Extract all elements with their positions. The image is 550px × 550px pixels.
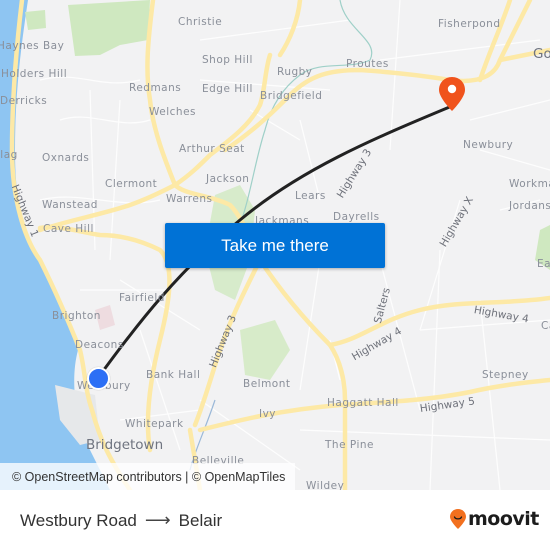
place-label: Fairfield	[119, 292, 165, 304]
place-label: Christie	[178, 16, 223, 28]
destination-name: Belair	[178, 510, 223, 530]
place-label: Go	[533, 46, 550, 62]
place-label: Bridgefield	[260, 90, 323, 102]
place-label: Cave Hill	[43, 223, 94, 235]
place-label: Rugby	[277, 66, 313, 78]
place-label: Jackson	[206, 173, 250, 185]
place-label: Brighton	[52, 310, 101, 322]
place-label: Fisherpond	[438, 18, 501, 30]
park-north	[68, 0, 150, 56]
place-label: Oxnards	[42, 152, 90, 164]
place-label: Clermont	[105, 178, 158, 190]
place-label: Newbury	[463, 139, 514, 151]
place-label: Wanstead	[42, 199, 98, 211]
place-label: Bridgetown	[86, 437, 164, 453]
moovit-pin-icon	[450, 509, 466, 529]
place-label: Proutes	[346, 58, 389, 70]
park-small-nw	[25, 10, 46, 30]
destination-pin-icon[interactable]	[437, 76, 467, 112]
place-label: Derricks	[0, 95, 48, 107]
place-label: Ca	[541, 320, 550, 332]
place-label: Lears	[295, 190, 326, 202]
place-label: Ea	[537, 258, 550, 270]
place-label: Edge Hill	[202, 83, 253, 95]
park-south	[240, 320, 290, 380]
route-title: Westbury Road ⟶ Belair	[20, 510, 222, 531]
place-label: Arthur Seat	[179, 143, 245, 155]
place-label: Dayrells	[333, 211, 380, 223]
place-label: Deacons	[75, 339, 124, 351]
place-label: Redmans	[129, 82, 182, 94]
place-label: Belmont	[243, 378, 291, 390]
place-label: Welches	[149, 106, 197, 118]
take-me-there-button[interactable]: Take me there	[165, 223, 385, 268]
place-label: Whitepark	[125, 418, 184, 430]
place-label: Villag	[0, 149, 18, 161]
place-label: Workman	[509, 178, 550, 190]
place-label: Wildey	[306, 480, 345, 490]
origin-marker[interactable]	[87, 367, 110, 390]
place-label: Haggatt Hall	[327, 397, 399, 409]
moovit-logo[interactable]: moovit	[449, 507, 539, 531]
brand-name: moovit	[468, 508, 539, 530]
map[interactable]: Christie Haynes Bay Holders Hill Shop Hi…	[0, 0, 550, 490]
place-label: Haynes Bay	[0, 40, 65, 52]
place-label: Shop Hill	[202, 54, 253, 66]
place-label: Holders Hill	[1, 68, 68, 80]
place-label: Bank Hall	[146, 369, 201, 381]
place-label: Stepney	[482, 369, 529, 381]
map-attribution[interactable]: © OpenStreetMap contributors | © OpenMap…	[0, 463, 296, 490]
place-label: Ivy	[259, 408, 277, 420]
place-label: Jordans	[509, 200, 550, 212]
place-label: The Pine	[325, 439, 374, 451]
place-label: Warrens	[166, 193, 213, 205]
arrow-right-icon: ⟶	[144, 510, 171, 530]
origin-name: Westbury Road	[20, 510, 137, 530]
